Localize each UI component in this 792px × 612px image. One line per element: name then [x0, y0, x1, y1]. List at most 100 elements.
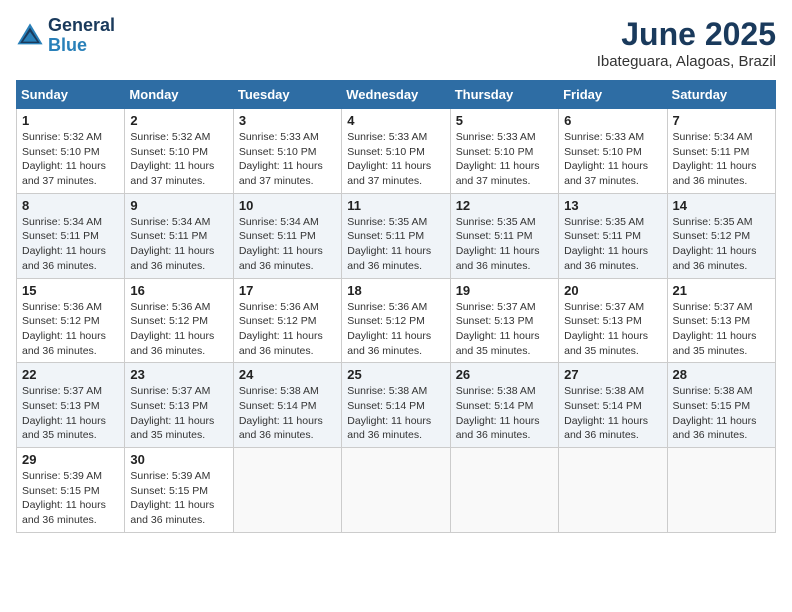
calendar-body: 1 Sunrise: 5:32 AMSunset: 5:10 PMDaylight… [17, 109, 776, 533]
day-info: Sunrise: 5:39 AMSunset: 5:15 PMDaylight:… [130, 469, 227, 528]
calendar-cell: 16Sunrise: 5:36 AMSunset: 5:12 PMDayligh… [125, 278, 233, 363]
day-number: 20 [564, 283, 661, 298]
calendar-week-row: 8 Sunrise: 5:34 AMSunset: 5:11 PMDaylight… [17, 193, 776, 278]
day-info: Sunrise: 5:35 AMSunset: 5:11 PMDaylight:… [456, 215, 553, 274]
day-number: 2 [130, 113, 227, 128]
day-info: Sunrise: 5:32 AMSunset: 5:10 PMDaylight:… [130, 130, 227, 189]
subtitle: Ibateguara, Alagoas, Brazil [597, 53, 776, 70]
calendar-cell: 7 Sunrise: 5:34 AMSunset: 5:11 PMDaylight… [667, 109, 775, 194]
calendar-header-cell: Friday [559, 81, 667, 109]
day-info: Sunrise: 5:36 AMSunset: 5:12 PMDaylight:… [347, 300, 444, 359]
calendar: SundayMondayTuesdayWednesdayThursdayFrid… [16, 80, 776, 533]
calendar-cell: 26 Sunrise: 5:38 AMSunset: 5:14 PMDayligh… [450, 363, 558, 448]
day-info: Sunrise: 5:38 AMSunset: 5:14 PMDaylight:… [456, 384, 553, 443]
day-info: Sunrise: 5:33 AMSunset: 5:10 PMDaylight:… [456, 130, 553, 189]
calendar-cell: 25Sunrise: 5:38 AMSunset: 5:14 PMDayligh… [342, 363, 450, 448]
day-info: Sunrise: 5:39 AMSunset: 5:15 PMDaylight:… [22, 469, 119, 528]
day-number: 29 [22, 452, 119, 467]
calendar-cell: 5 Sunrise: 5:33 AMSunset: 5:10 PMDaylight… [450, 109, 558, 194]
day-number: 27 [564, 367, 661, 382]
day-number: 18 [347, 283, 444, 298]
day-number: 7 [673, 113, 770, 128]
day-number: 8 [22, 198, 119, 213]
day-info: Sunrise: 5:37 AMSunset: 5:13 PMDaylight:… [564, 300, 661, 359]
calendar-cell: 9 Sunrise: 5:34 AMSunset: 5:11 PMDaylight… [125, 193, 233, 278]
calendar-cell: 13 Sunrise: 5:35 AMSunset: 5:11 PMDayligh… [559, 193, 667, 278]
logo-line1: General [48, 16, 115, 36]
calendar-week-row: 22Sunrise: 5:37 AMSunset: 5:13 PMDayligh… [17, 363, 776, 448]
day-number: 19 [456, 283, 553, 298]
calendar-cell: 29 Sunrise: 5:39 AMSunset: 5:15 PMDayligh… [17, 448, 125, 533]
day-number: 9 [130, 198, 227, 213]
day-info: Sunrise: 5:37 AMSunset: 5:13 PMDaylight:… [673, 300, 770, 359]
calendar-cell: 20 Sunrise: 5:37 AMSunset: 5:13 PMDayligh… [559, 278, 667, 363]
calendar-header: SundayMondayTuesdayWednesdayThursdayFrid… [17, 81, 776, 109]
calendar-cell: 21 Sunrise: 5:37 AMSunset: 5:13 PMDayligh… [667, 278, 775, 363]
calendar-cell: 2 Sunrise: 5:32 AMSunset: 5:10 PMDaylight… [125, 109, 233, 194]
day-number: 26 [456, 367, 553, 382]
main-title: June 2025 [597, 16, 776, 53]
day-info: Sunrise: 5:36 AMSunset: 5:12 PMDaylight:… [22, 300, 119, 359]
day-info: Sunrise: 5:38 AMSunset: 5:15 PMDaylight:… [673, 384, 770, 443]
day-info: Sunrise: 5:32 AMSunset: 5:10 PMDaylight:… [22, 130, 119, 189]
day-number: 21 [673, 283, 770, 298]
day-number: 14 [673, 198, 770, 213]
calendar-header-cell: Saturday [667, 81, 775, 109]
day-info: Sunrise: 5:38 AMSunset: 5:14 PMDaylight:… [564, 384, 661, 443]
calendar-cell: 11Sunrise: 5:35 AMSunset: 5:11 PMDayligh… [342, 193, 450, 278]
day-info: Sunrise: 5:37 AMSunset: 5:13 PMDaylight:… [22, 384, 119, 443]
calendar-header-cell: Monday [125, 81, 233, 109]
logo: General Blue [16, 16, 115, 56]
day-info: Sunrise: 5:33 AMSunset: 5:10 PMDaylight:… [564, 130, 661, 189]
title-area: June 2025 Ibateguara, Alagoas, Brazil [597, 16, 776, 70]
calendar-cell: 30Sunrise: 5:39 AMSunset: 5:15 PMDayligh… [125, 448, 233, 533]
day-number: 1 [22, 113, 119, 128]
day-info: Sunrise: 5:37 AMSunset: 5:13 PMDaylight:… [130, 384, 227, 443]
day-info: Sunrise: 5:36 AMSunset: 5:12 PMDaylight:… [239, 300, 336, 359]
logo-line2: Blue [48, 36, 115, 56]
calendar-cell: 15 Sunrise: 5:36 AMSunset: 5:12 PMDayligh… [17, 278, 125, 363]
day-number: 5 [456, 113, 553, 128]
day-number: 6 [564, 113, 661, 128]
day-number: 16 [130, 283, 227, 298]
calendar-cell: 19 Sunrise: 5:37 AMSunset: 5:13 PMDayligh… [450, 278, 558, 363]
calendar-week-row: 29 Sunrise: 5:39 AMSunset: 5:15 PMDayligh… [17, 448, 776, 533]
day-info: Sunrise: 5:33 AMSunset: 5:10 PMDaylight:… [239, 130, 336, 189]
calendar-cell [667, 448, 775, 533]
logo-icon [16, 22, 44, 50]
calendar-cell [342, 448, 450, 533]
calendar-cell: 6 Sunrise: 5:33 AMSunset: 5:10 PMDaylight… [559, 109, 667, 194]
day-number: 13 [564, 198, 661, 213]
day-info: Sunrise: 5:37 AMSunset: 5:13 PMDaylight:… [456, 300, 553, 359]
calendar-cell: 12 Sunrise: 5:35 AMSunset: 5:11 PMDayligh… [450, 193, 558, 278]
calendar-cell: 14 Sunrise: 5:35 AMSunset: 5:12 PMDayligh… [667, 193, 775, 278]
day-info: Sunrise: 5:35 AMSunset: 5:12 PMDaylight:… [673, 215, 770, 274]
calendar-cell: 4Sunrise: 5:33 AMSunset: 5:10 PMDaylight… [342, 109, 450, 194]
day-info: Sunrise: 5:35 AMSunset: 5:11 PMDaylight:… [564, 215, 661, 274]
day-number: 23 [130, 367, 227, 382]
day-info: Sunrise: 5:33 AMSunset: 5:10 PMDaylight:… [347, 130, 444, 189]
calendar-header-cell: Tuesday [233, 81, 341, 109]
calendar-cell: 24Sunrise: 5:38 AMSunset: 5:14 PMDayligh… [233, 363, 341, 448]
day-info: Sunrise: 5:34 AMSunset: 5:11 PMDaylight:… [22, 215, 119, 274]
calendar-header-cell: Wednesday [342, 81, 450, 109]
calendar-cell [450, 448, 558, 533]
calendar-cell [233, 448, 341, 533]
calendar-header-row: SundayMondayTuesdayWednesdayThursdayFrid… [17, 81, 776, 109]
calendar-cell: 28Sunrise: 5:38 AMSunset: 5:15 PMDayligh… [667, 363, 775, 448]
calendar-week-row: 15 Sunrise: 5:36 AMSunset: 5:12 PMDayligh… [17, 278, 776, 363]
calendar-header-cell: Thursday [450, 81, 558, 109]
day-number: 24 [239, 367, 336, 382]
day-number: 12 [456, 198, 553, 213]
day-info: Sunrise: 5:34 AMSunset: 5:11 PMDaylight:… [130, 215, 227, 274]
day-number: 15 [22, 283, 119, 298]
day-info: Sunrise: 5:34 AMSunset: 5:11 PMDaylight:… [673, 130, 770, 189]
calendar-cell: 10Sunrise: 5:34 AMSunset: 5:11 PMDayligh… [233, 193, 341, 278]
calendar-week-row: 1 Sunrise: 5:32 AMSunset: 5:10 PMDaylight… [17, 109, 776, 194]
calendar-cell: 18 Sunrise: 5:36 AMSunset: 5:12 PMDayligh… [342, 278, 450, 363]
day-number: 11 [347, 198, 444, 213]
header: General Blue June 2025 Ibateguara, Alago… [16, 16, 776, 70]
day-number: 10 [239, 198, 336, 213]
calendar-cell: 3Sunrise: 5:33 AMSunset: 5:10 PMDaylight… [233, 109, 341, 194]
day-number: 17 [239, 283, 336, 298]
